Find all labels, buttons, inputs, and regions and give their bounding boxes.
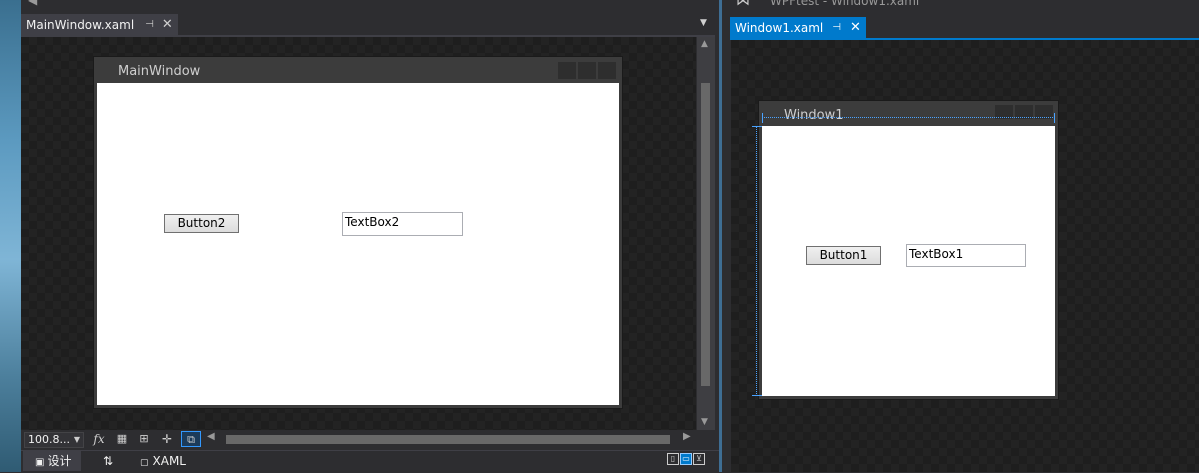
close-caption-icon [598, 62, 616, 79]
tab-mainwindow-xaml[interactable]: MainWindow.xaml ⊣ ✕ [21, 14, 178, 35]
zoom-combobox[interactable]: 100.8... ▼ [24, 432, 84, 448]
close-icon[interactable]: ✕ [162, 17, 173, 32]
ruler-tick [752, 126, 762, 127]
tab-window1-xaml[interactable]: Window1.xaml ⊣ ✕ [730, 17, 866, 38]
horizontal-split-icon[interactable]: ▭ [680, 453, 692, 465]
scroll-down-icon[interactable]: ▼ [701, 417, 708, 427]
horizontal-ruler-guide [762, 117, 1055, 118]
button2[interactable]: Button2 [164, 214, 239, 233]
back-arrow-icon[interactable]: ◀ [28, 0, 48, 6]
collapse-pane-icon[interactable]: ⊻ [693, 453, 705, 465]
tab-xaml-label: XAML [152, 454, 186, 468]
tab-design-label: 设计 [47, 454, 72, 468]
tab-label: MainWindow.xaml [26, 17, 135, 32]
pin-icon[interactable]: ⊣ [832, 22, 841, 33]
vertical-ruler-guide [756, 126, 757, 396]
fx-icon[interactable]: fx [90, 431, 108, 447]
tab-xaml[interactable]: ▢ XAML [140, 451, 186, 471]
visual-studio-logo-icon: ⋈ [736, 0, 750, 9]
grid-icon[interactable]: ▦ [113, 431, 131, 447]
chevron-down-icon: ▼ [73, 435, 80, 444]
ide-window-title: WPFtest - Window1.xaml [770, 0, 920, 8]
zoom-value: 100.8... [28, 433, 70, 446]
xaml-view-icon: ▢ [140, 458, 149, 468]
hscroll-thumb[interactable] [226, 435, 670, 444]
window1-title: Window1 [784, 108, 844, 123]
ruler-tick [752, 395, 762, 396]
design-view-icon: ▣ [35, 457, 45, 468]
ruler-tick [1054, 113, 1055, 123]
splitter-edge [719, 0, 722, 472]
vertical-scrollbar[interactable]: ▲ ▼ [697, 37, 715, 430]
close-icon[interactable]: ✕ [850, 20, 861, 35]
mainwindow-client-area[interactable] [97, 83, 619, 405]
snap-lines-icon[interactable]: ✛ [158, 431, 176, 447]
split-options: ▯ ▭ ⊻ [667, 453, 705, 467]
minimize-icon [558, 62, 576, 79]
snap-grid-icon[interactable]: ⊞ [135, 431, 153, 447]
artboard-icon[interactable]: ⧉ [181, 431, 201, 447]
textbox1[interactable]: TextBox1 [906, 244, 1026, 267]
scroll-up-icon[interactable]: ▲ [701, 39, 708, 49]
scrollbar-thumb[interactable] [701, 83, 710, 386]
textbox2[interactable]: TextBox2 [342, 212, 463, 236]
maximize-icon [578, 62, 596, 79]
scroll-right-icon[interactable]: ▶ [683, 431, 691, 442]
vertical-split-icon[interactable]: ▯ [667, 453, 679, 465]
scroll-left-icon[interactable]: ◀ [207, 431, 215, 442]
tab-design[interactable]: ▣ 设计 [23, 451, 82, 471]
tab-label: Window1.xaml [735, 20, 824, 35]
mainwindow-title: MainWindow [118, 64, 201, 79]
pin-icon[interactable]: ⊣ [145, 19, 154, 30]
horizontal-scrollbar[interactable]: ◀ ▶ [205, 431, 695, 445]
button1[interactable]: Button1 [806, 246, 881, 265]
ruler-tick [762, 113, 763, 123]
view-tab-bar [21, 450, 720, 472]
left-top-strip [21, 0, 720, 13]
desktop-wallpaper [0, 0, 21, 472]
tab-list-dropdown-icon[interactable]: ▼ [700, 18, 712, 30]
swap-panes-icon[interactable]: ⇅ [103, 451, 113, 471]
